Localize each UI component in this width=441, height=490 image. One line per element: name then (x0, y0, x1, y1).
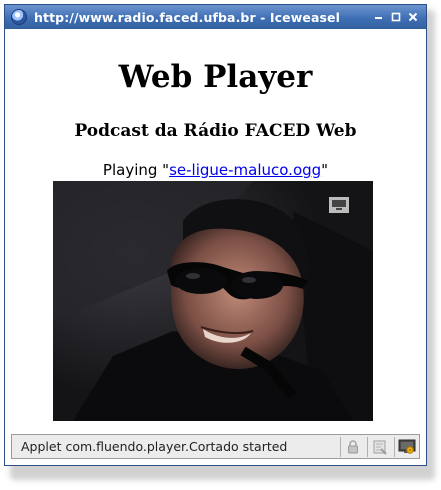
audio-file-link[interactable]: se-ligue-maluco.ogg (169, 161, 321, 179)
page-title: Web Player (118, 59, 313, 95)
popup-blocker-button[interactable] (367, 436, 392, 457)
window-title: http://www.radio.faced.ufba.br - Iceweas… (34, 9, 341, 25)
playing-prefix: Playing " (102, 161, 170, 179)
page-content: Web Player Podcast da Rádio FACED Web Pl… (5, 29, 426, 465)
status-text: Applet com.fluendo.player.Cortado starte… (21, 439, 288, 454)
lock-icon (348, 439, 358, 453)
minimize-button[interactable] (371, 9, 386, 25)
video-frame (53, 181, 373, 421)
now-playing: Playing "se-ligue-maluco.ogg" (5, 161, 426, 179)
status-bar: Applet com.fluendo.player.Cortado starte… (11, 434, 420, 459)
java-console-icon (398, 439, 416, 454)
minimize-icon (374, 17, 382, 19)
security-lock-button[interactable] (340, 436, 365, 457)
browser-logo-icon[interactable] (11, 9, 27, 25)
page-subtitle: Podcast da Rádio FACED Web (74, 121, 357, 141)
playing-suffix: " (321, 161, 329, 179)
popup-blocker-icon (373, 440, 387, 455)
close-icon (408, 12, 417, 22)
maximize-icon (391, 12, 400, 22)
maximize-button[interactable] (388, 9, 403, 25)
browser-window: http://www.radio.faced.ufba.br - Iceweas… (4, 4, 427, 466)
java-console-button[interactable] (394, 436, 419, 457)
video-player-applet[interactable] (53, 181, 373, 421)
title-bar[interactable]: http://www.radio.faced.ufba.br - Iceweas… (5, 5, 426, 29)
close-button[interactable] (405, 9, 420, 25)
